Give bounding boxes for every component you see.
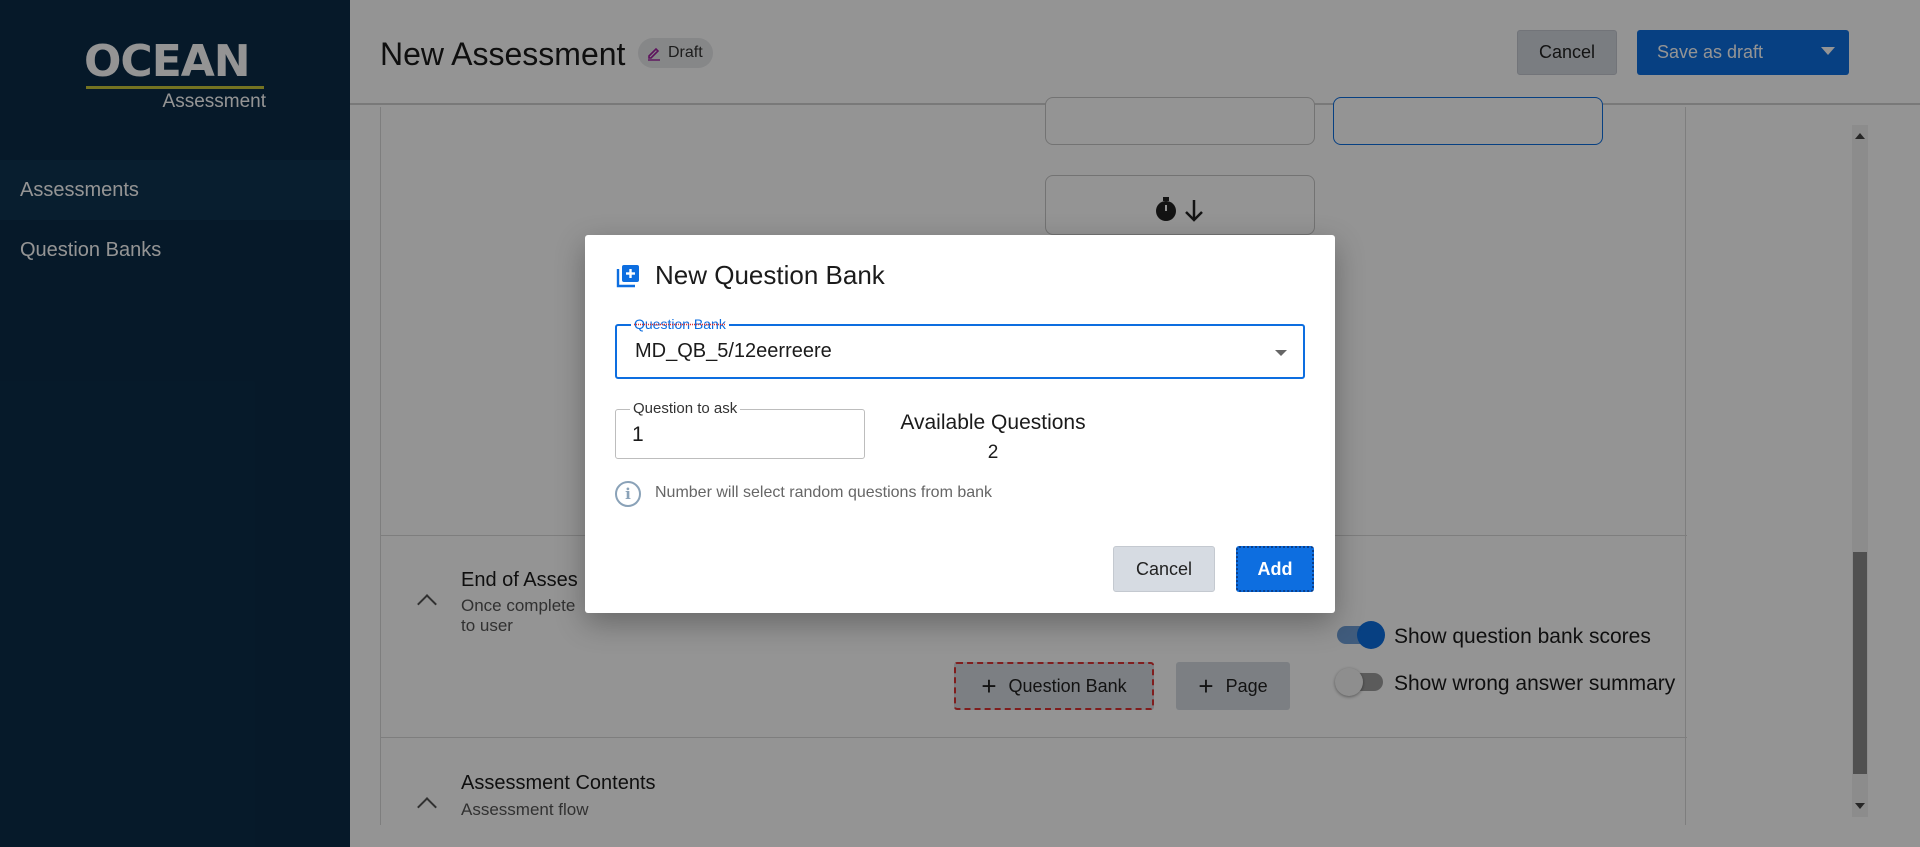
dialog-add-button[interactable]: Add (1236, 546, 1314, 592)
dropdown-arrow-icon[interactable] (1275, 350, 1287, 356)
question-to-ask-value: 1 (632, 423, 644, 446)
info-icon: i (615, 481, 641, 507)
dialog-title: New Question Bank (655, 260, 885, 290)
available-questions-label: Available Questions (900, 411, 1086, 434)
library-add-icon (616, 265, 639, 288)
new-question-bank-dialog: New Question Bank Question Bank MD_QB_5/… (585, 235, 1335, 613)
question-to-ask-input[interactable]: Question to ask 1 (615, 400, 865, 459)
available-questions-count: 2 (987, 442, 999, 463)
dialog-cancel-button[interactable]: Cancel (1113, 546, 1215, 592)
question-bank-label: Question Bank (631, 316, 729, 332)
question-to-ask-label: Question to ask (630, 400, 741, 418)
question-bank-select[interactable]: Question Bank MD_QB_5/12eerreere (615, 316, 1305, 379)
info-hint-text: Number will select random questions from… (655, 484, 993, 501)
question-bank-value: MD_QB_5/12eerreere (635, 340, 832, 362)
